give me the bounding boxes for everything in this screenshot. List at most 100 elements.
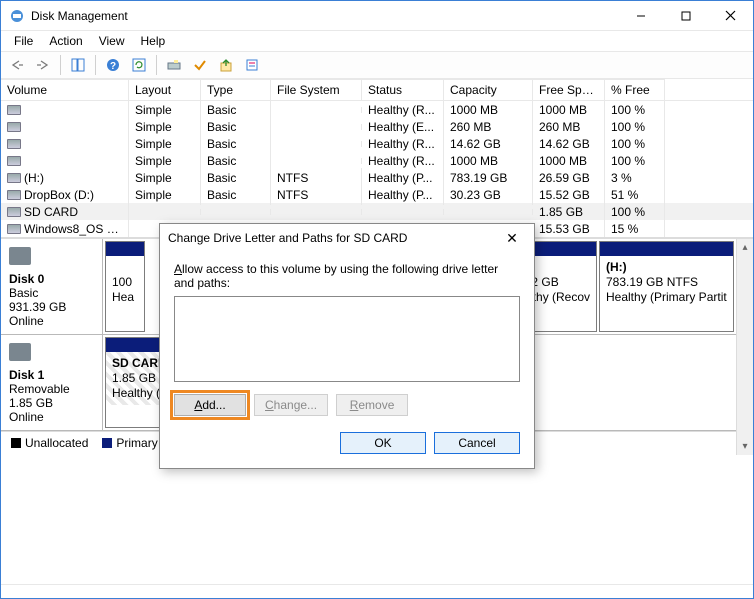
cell-pct: 15 % bbox=[605, 219, 665, 238]
dialog-title: Change Drive Letter and Paths for SD CAR… bbox=[168, 231, 498, 245]
volume-icon bbox=[7, 139, 21, 149]
col-capacity[interactable]: Capacity bbox=[444, 79, 533, 100]
maximize-button[interactable] bbox=[663, 1, 708, 30]
cancel-button[interactable]: Cancel bbox=[434, 432, 520, 454]
table-row[interactable]: (H:)SimpleBasicNTFSHealthy (P...783.19 G… bbox=[1, 169, 753, 186]
cell-fs: NTFS bbox=[271, 185, 362, 205]
window-controls bbox=[618, 1, 753, 30]
disk-type: Basic bbox=[9, 286, 38, 300]
cell-layout bbox=[129, 209, 201, 215]
col-volume[interactable]: Volume bbox=[1, 79, 129, 100]
col-type[interactable]: Type bbox=[201, 79, 271, 100]
forward-button[interactable] bbox=[31, 54, 55, 76]
col-status[interactable]: Status bbox=[362, 79, 444, 100]
partition-title: (H:) bbox=[606, 260, 627, 274]
cell-fs bbox=[271, 141, 362, 147]
refresh-button[interactable] bbox=[127, 54, 151, 76]
rescan-button[interactable] bbox=[162, 54, 186, 76]
swatch-unallocated bbox=[11, 438, 21, 448]
disk-state: Online bbox=[9, 314, 44, 328]
partition-size: 783.19 GB NTFS bbox=[606, 275, 698, 289]
menu-help[interactable]: Help bbox=[134, 32, 173, 50]
partition-bar bbox=[106, 242, 144, 256]
action-check-button[interactable] bbox=[188, 54, 212, 76]
minimize-button[interactable] bbox=[618, 1, 663, 30]
properties-button[interactable] bbox=[240, 54, 264, 76]
disk-0-header[interactable]: Disk 0 Basic 931.39 GB Online bbox=[1, 239, 103, 334]
cell-fs bbox=[271, 124, 362, 130]
dialog-close-button[interactable]: ✕ bbox=[498, 230, 526, 247]
scroll-down-button[interactable]: ▾ bbox=[737, 438, 753, 455]
table-header: Volume Layout Type File System Status Ca… bbox=[1, 79, 753, 101]
legend-unallocated: Unallocated bbox=[11, 436, 88, 450]
svg-text:?: ? bbox=[110, 61, 116, 72]
menu-file[interactable]: File bbox=[7, 32, 40, 50]
volume-icon bbox=[7, 224, 21, 234]
change-button: Change... bbox=[254, 394, 328, 416]
disk-icon bbox=[9, 247, 31, 265]
col-pctfree[interactable]: % Free bbox=[605, 79, 665, 100]
cell-fs bbox=[271, 158, 362, 164]
disk-name: Disk 0 bbox=[9, 272, 44, 286]
cell-type bbox=[201, 209, 271, 215]
add-button[interactable]: Add... bbox=[174, 394, 246, 416]
cell-status: Healthy (P... bbox=[362, 185, 444, 205]
table-row[interactable]: SD CARD1.85 GB100 % bbox=[1, 203, 753, 220]
col-layout[interactable]: Layout bbox=[129, 79, 201, 100]
table-row[interactable]: SimpleBasicHealthy (R...1000 MB1000 MB10… bbox=[1, 152, 753, 169]
cell-capacity bbox=[444, 209, 533, 215]
partition[interactable]: (H:) 783.19 GB NTFS Healthy (Primary Par… bbox=[599, 241, 734, 332]
action-up-button[interactable] bbox=[214, 54, 238, 76]
scroll-up-button[interactable]: ▴ bbox=[737, 239, 753, 256]
partition-status: Hea bbox=[112, 290, 134, 304]
menu-view[interactable]: View bbox=[92, 32, 132, 50]
dialog-titlebar: Change Drive Letter and Paths for SD CAR… bbox=[160, 224, 534, 252]
volume-icon bbox=[7, 122, 21, 132]
disk-size: 1.85 GB bbox=[9, 396, 53, 410]
partition[interactable]: 100 Hea bbox=[105, 241, 145, 332]
app-icon bbox=[9, 8, 25, 24]
cell-layout: Simple bbox=[129, 185, 201, 205]
disk-1-header[interactable]: Disk 1 Removable 1.85 GB Online bbox=[1, 335, 103, 430]
remove-button: Remove bbox=[336, 394, 408, 416]
cell-volume: Windows8_OS (C:) bbox=[1, 219, 129, 238]
partition-status: Healthy (Primary Partit bbox=[606, 290, 727, 304]
dialog-body: Allow access to this volume by using the… bbox=[160, 252, 534, 468]
menubar: File Action View Help bbox=[1, 31, 753, 51]
ok-button[interactable]: OK bbox=[340, 432, 426, 454]
scrollbar[interactable]: ▴ ▾ bbox=[736, 239, 753, 455]
change-drive-letter-dialog: Change Drive Letter and Paths for SD CAR… bbox=[159, 223, 535, 469]
menu-action[interactable]: Action bbox=[42, 32, 89, 50]
show-hide-button[interactable] bbox=[66, 54, 90, 76]
paths-listbox[interactable] bbox=[174, 296, 520, 382]
table-row[interactable]: SimpleBasicHealthy (E...260 MB260 MB100 … bbox=[1, 118, 753, 135]
disk-state: Online bbox=[9, 410, 44, 424]
col-freespace[interactable]: Free Spa... bbox=[533, 79, 605, 100]
separator bbox=[95, 55, 96, 75]
toolbar: ? bbox=[1, 51, 753, 79]
volume-table: Volume Layout Type File System Status Ca… bbox=[1, 79, 753, 237]
volume-icon bbox=[7, 173, 21, 183]
dialog-button-row-1: Add... Change... Remove bbox=[174, 394, 520, 416]
table-row[interactable]: SimpleBasicHealthy (R...1000 MB1000 MB10… bbox=[1, 101, 753, 118]
table-row[interactable]: DropBox (D:)SimpleBasicNTFSHealthy (P...… bbox=[1, 186, 753, 203]
disk-size: 931.39 GB bbox=[9, 300, 66, 314]
swatch-primary bbox=[102, 438, 112, 448]
table-body: SimpleBasicHealthy (R...1000 MB1000 MB10… bbox=[1, 101, 753, 237]
disk-icon bbox=[9, 343, 31, 361]
separator bbox=[60, 55, 61, 75]
cell-type: Basic bbox=[201, 185, 271, 205]
window-title: Disk Management bbox=[31, 9, 618, 23]
table-row[interactable]: SimpleBasicHealthy (R...14.62 GB14.62 GB… bbox=[1, 135, 753, 152]
help-button[interactable]: ? bbox=[101, 54, 125, 76]
back-button[interactable] bbox=[5, 54, 29, 76]
col-filesystem[interactable]: File System bbox=[271, 79, 362, 100]
dialog-label: Allow access to this volume by using the… bbox=[174, 262, 520, 290]
statusbar bbox=[1, 584, 753, 598]
close-button[interactable] bbox=[708, 1, 753, 30]
cell-capacity: 30.23 GB bbox=[444, 185, 533, 205]
partition-bar bbox=[600, 242, 733, 256]
volume-icon bbox=[7, 190, 21, 200]
volume-icon bbox=[7, 105, 21, 115]
disk-type: Removable bbox=[9, 382, 70, 396]
